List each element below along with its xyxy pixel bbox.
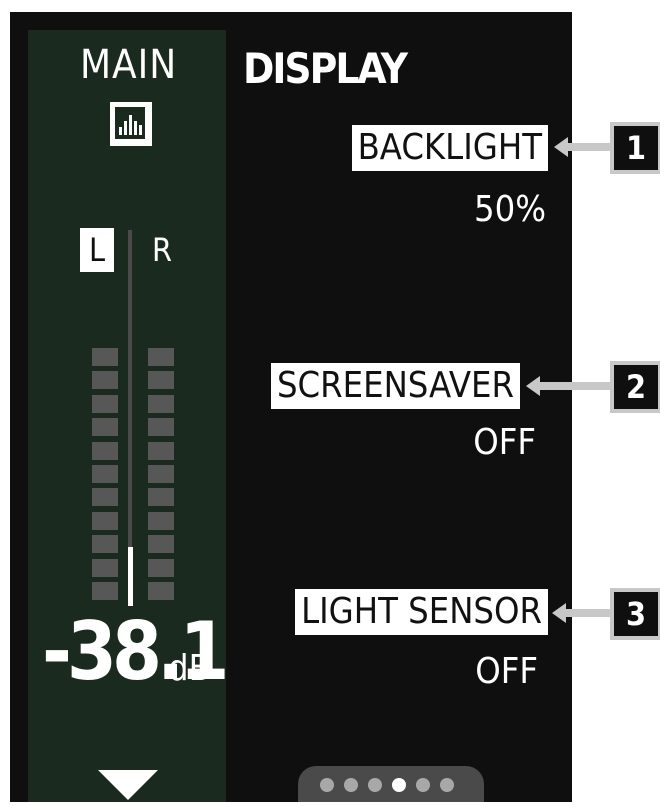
meter-segment (92, 394, 118, 413)
page-dot[interactable] (392, 778, 406, 792)
meter-segment (148, 441, 174, 460)
meter-segment (92, 348, 118, 366)
equalizer-icon[interactable] (110, 102, 152, 146)
meter-segment (148, 558, 174, 577)
page-dot[interactable] (416, 778, 430, 792)
meter-segment (148, 418, 174, 437)
meter-segment (92, 582, 118, 600)
meter-segment (148, 488, 174, 507)
page-dot[interactable] (440, 778, 454, 792)
badge-3: 3 (610, 588, 660, 640)
param-label-backlight[interactable]: BACKLIGHT (351, 125, 548, 171)
page-indicator (298, 766, 484, 802)
meter-segment (92, 418, 118, 437)
meter-segment (92, 441, 118, 460)
meter-level-indicator (128, 547, 133, 606)
param-value-screensaver: OFF (473, 422, 536, 463)
connector-line-1 (566, 143, 612, 151)
page-dot[interactable] (368, 778, 382, 792)
param-label-screensaver[interactable]: SCREENSAVER (270, 363, 520, 409)
meter-segment (148, 371, 174, 390)
meter-segment (92, 465, 118, 483)
meter-segment (148, 582, 174, 600)
level-unit: dB (168, 648, 211, 689)
param-value-backlight: 50% (474, 189, 546, 230)
meter-segment (92, 558, 118, 577)
meter-segment (148, 348, 174, 366)
page-dot[interactable] (320, 778, 334, 792)
channel-left-toggle[interactable]: L (80, 228, 114, 272)
channel-right-toggle[interactable]: R (148, 228, 176, 272)
connector-line-3 (564, 609, 612, 617)
meter-segment (148, 535, 174, 554)
param-label-light-sensor[interactable]: LIGHT SENSOR (295, 589, 548, 635)
meter-segment (92, 371, 118, 390)
page-title: DISPLAY (243, 44, 408, 93)
meter-segment (92, 511, 118, 530)
param-value-light-sensor: OFF (475, 651, 538, 692)
meter-segment (92, 488, 118, 507)
badge-1: 1 (610, 122, 660, 174)
page-dot[interactable] (344, 778, 358, 792)
section-label: MAIN (80, 42, 178, 88)
meter-segment (148, 465, 174, 483)
meter-segment (148, 511, 174, 530)
connector-line-2 (538, 382, 612, 390)
meter-segment (148, 394, 174, 413)
down-arrow-icon[interactable] (98, 770, 158, 800)
meter-segment (92, 535, 118, 554)
badge-2: 2 (610, 361, 660, 413)
